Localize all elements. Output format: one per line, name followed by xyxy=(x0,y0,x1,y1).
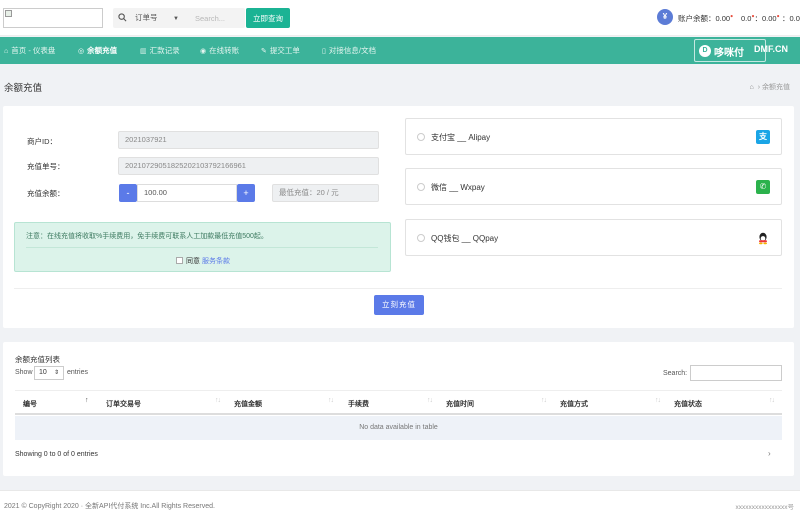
footer-icp[interactable]: xxxxxxxxxxxxxxxx号 xyxy=(736,501,795,511)
merchant-id-label: 商户ID： xyxy=(27,137,57,146)
document-icon: ▯ xyxy=(322,48,326,55)
table-search-input[interactable] xyxy=(690,365,782,381)
nav-item-ticket[interactable]: ✎ 提交工单 xyxy=(261,37,300,64)
balance-1: 账户余额：0.00● xyxy=(678,13,734,24)
nav-item-recharge[interactable]: ◎ 余额充值 xyxy=(78,37,117,64)
avatar[interactable]: ¥ xyxy=(657,9,673,25)
nav-item-transfer[interactable]: ◉ 在线转账 xyxy=(200,37,239,64)
radio-qq[interactable] xyxy=(417,234,425,242)
chart-icon: ▥ xyxy=(140,48,147,55)
chevron-down-icon: ▼ xyxy=(173,16,179,22)
search-button[interactable]: 立即查询 xyxy=(246,8,290,28)
amount-label: 充值余额： xyxy=(27,189,65,198)
merchant-id-field[interactable]: 2021037921 xyxy=(118,131,379,149)
wechat-icon: ✆ xyxy=(756,180,770,194)
nav-item-dashboard[interactable]: ⌂ 首页 - 仪表盘 xyxy=(4,37,55,64)
dot-icon: ● xyxy=(730,13,734,20)
logo-image[interactable] xyxy=(3,8,103,28)
top-bar: 订单号 ▼ 立即查询 ¥ 账户余额：0.00● 0.0●：0.00● ：0.00 xyxy=(0,0,800,36)
sort-icon[interactable]: ↑↓ xyxy=(427,397,433,404)
list-title: 余额充值列表 xyxy=(15,355,60,364)
footer-copyright: 2021 © CopyRight 2020 · 全新API代付系统 Inc.Al… xyxy=(4,503,215,510)
form-divider xyxy=(14,288,782,289)
th-time[interactable]: 充值时间 xyxy=(446,399,474,409)
th-fee[interactable]: 手续费 xyxy=(348,399,369,409)
balance-2: 0.0●：0.00● xyxy=(741,13,780,24)
agree-checkbox[interactable] xyxy=(176,257,183,264)
sort-asc-icon[interactable]: ↑ xyxy=(85,397,88,404)
page-size-select[interactable]: 10 ⇕ xyxy=(34,366,64,380)
broken-image-icon xyxy=(5,10,12,17)
radio-alipay[interactable] xyxy=(417,133,425,141)
qq-icon xyxy=(756,231,770,245)
order-no-field[interactable]: 20210729051825202103792166961 xyxy=(118,157,379,175)
target-icon: ◎ xyxy=(78,48,85,55)
brand-domain: DMF.CN xyxy=(754,44,788,54)
nav-item-remittance[interactable]: ▥ 汇款记录 xyxy=(140,37,180,64)
search-icon xyxy=(118,13,127,22)
main-nav: ⌂ 首页 - 仪表盘 ◎ 余额充值 ▥ 汇款记录 ◉ 在线转账 ✎ 提交工单 ▯ 对接信息/… xyxy=(0,37,800,64)
dot-icon: ● xyxy=(776,13,780,20)
payment-option-qq[interactable]: QQ钱包 __ QQpay xyxy=(405,219,782,256)
sort-icon[interactable]: ↑↓ xyxy=(328,397,334,404)
terms-link[interactable]: 服务条款 xyxy=(202,258,230,265)
search-bar: 订单号 ▼ xyxy=(113,8,245,28)
footer: 2021 © CopyRight 2020 · 全新API代付系统 Inc.Al… xyxy=(0,490,800,515)
brand-badge-icon: D xyxy=(699,45,711,57)
entries-label: entries xyxy=(67,369,89,376)
table-search-label: Search: xyxy=(663,370,688,377)
sort-icon[interactable]: ↑↓ xyxy=(215,397,221,404)
amount-input[interactable]: 100.00 xyxy=(137,184,237,202)
nav-item-docs[interactable]: ▯ 对接信息/文档 xyxy=(322,37,376,64)
home-icon: ⌂ xyxy=(4,48,9,55)
alipay-icon: 支 xyxy=(756,130,770,144)
table-info: Showing 0 to 0 of 0 entries xyxy=(15,451,98,458)
th-amount[interactable]: 充值金额 xyxy=(234,399,262,409)
next-page-button[interactable]: › xyxy=(768,449,771,458)
notice-text: 注意：在线充值将收取%手续费用，免手续费可联系人工加款最低充值500起。 xyxy=(26,233,268,240)
order-no-label: 充值单号： xyxy=(27,162,65,171)
payment-option-alipay[interactable]: 支付宝 __ Alipay 支 xyxy=(405,118,782,155)
search-type-select[interactable]: 订单号 ▼ xyxy=(135,8,185,28)
th-method[interactable]: 充值方式 xyxy=(560,399,588,409)
decrease-button[interactable]: - xyxy=(119,184,137,202)
payment-option-wechat[interactable]: 微信 __ Wxpay ✆ xyxy=(405,168,782,205)
min-recharge-field: 最低充值：20 / 元 xyxy=(272,184,379,202)
table-empty-row: No data available in table xyxy=(15,416,782,440)
show-label: Show xyxy=(15,369,33,376)
recharge-submit-button[interactable]: 立刻充值 xyxy=(374,295,424,315)
agree-terms[interactable]: 同意 服务条款 xyxy=(176,256,230,266)
table-header: 编号 ↑ 订单交易号 ↑↓ 充值金额 ↑↓ 手续费 ↑↓ 充值时间 ↑↓ 充值方式 ↑↓ 充… xyxy=(15,390,782,415)
transfer-icon: ◉ xyxy=(200,48,207,55)
edit-icon: ✎ xyxy=(261,48,267,55)
balance-3: ：0.00 xyxy=(782,14,800,23)
increase-button[interactable]: + xyxy=(237,184,255,202)
sort-icon[interactable]: ↑↓ xyxy=(655,397,661,404)
th-id[interactable]: 编号 xyxy=(23,399,37,409)
sort-icon[interactable]: ↑↓ xyxy=(769,397,775,404)
th-order[interactable]: 订单交易号 xyxy=(106,399,141,409)
notice-divider xyxy=(26,247,378,248)
brand-text: 哆咪付 xyxy=(714,48,744,59)
breadcrumb: ⌂ › 余额充值 xyxy=(749,84,790,91)
page-title: 余额充值 xyxy=(4,83,43,94)
home-icon[interactable]: ⌂ xyxy=(749,84,753,91)
radio-wechat[interactable] xyxy=(417,183,425,191)
updown-icon: ⇕ xyxy=(53,370,59,376)
th-status[interactable]: 充值状态 xyxy=(674,399,702,409)
sort-icon[interactable]: ↑↓ xyxy=(541,397,547,404)
search-input[interactable] xyxy=(195,11,243,25)
